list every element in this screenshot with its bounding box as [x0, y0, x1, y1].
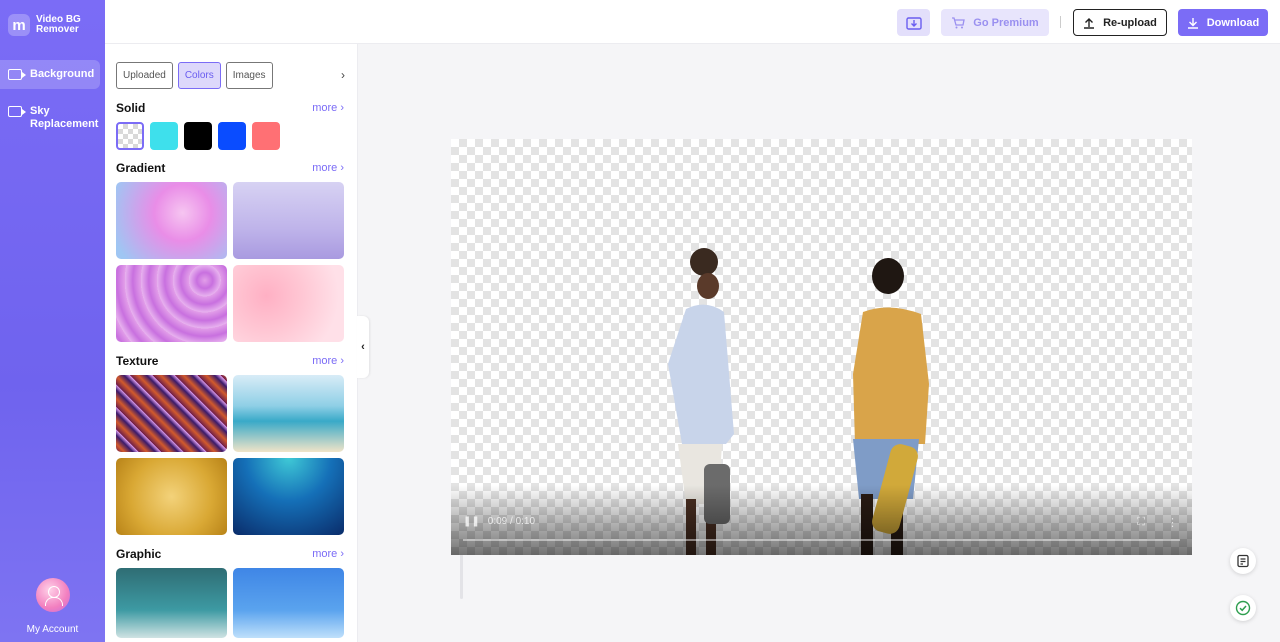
- cart-icon: [952, 16, 966, 28]
- swatch-cyan[interactable]: [150, 122, 178, 150]
- sidebar-item-sky-replacement[interactable]: Sky Replacement: [0, 97, 100, 139]
- swatch-transparent[interactable]: [116, 122, 144, 150]
- gradient-thumb[interactable]: [233, 182, 344, 259]
- background-panel: Uploaded Colors Images › Solid more › Gr…: [105, 44, 463, 642]
- sidebar-item-label: Sky Replacement: [30, 105, 99, 130]
- graphic-thumb[interactable]: [233, 568, 344, 638]
- download-label: Download: [1206, 16, 1260, 29]
- swatch-blue[interactable]: [218, 122, 246, 150]
- player-overlay: [451, 485, 1192, 555]
- chevron-right-icon[interactable]: ›: [341, 68, 345, 82]
- video-icon: [8, 69, 26, 80]
- swatch-black[interactable]: [184, 122, 212, 150]
- texture-thumb[interactable]: [116, 375, 227, 452]
- player-controls: ❚❚ 0:09 / 0:10: [463, 516, 535, 527]
- app-logo-icon: m: [8, 14, 30, 36]
- tab-uploaded[interactable]: Uploaded: [116, 62, 173, 89]
- more-link[interactable]: more ›: [312, 102, 344, 114]
- swatch-coral[interactable]: [252, 122, 280, 150]
- time-display: 0:09 / 0:10: [487, 516, 536, 527]
- section-title: Texture: [116, 354, 159, 368]
- section-texture: Texture more ›: [116, 354, 344, 368]
- go-premium-button[interactable]: Go Premium: [941, 9, 1049, 36]
- sidebar-item-background[interactable]: Background: [0, 60, 100, 89]
- tab-colors[interactable]: Colors: [177, 62, 221, 89]
- video-preview[interactable]: ❚❚ 0:09 / 0:10 ⛶ ⋮: [451, 139, 1192, 555]
- app-name: Video BG Remover: [36, 14, 81, 35]
- texture-thumb[interactable]: [233, 458, 344, 535]
- premium-label: Go Premium: [973, 16, 1039, 29]
- section-title: Solid: [116, 101, 146, 115]
- section-graphic: Graphic more ›: [116, 547, 344, 561]
- player-controls-right: ⛶ ⋮: [1137, 516, 1178, 529]
- more-link[interactable]: more ›: [312, 162, 344, 174]
- notes-icon: [1237, 554, 1249, 568]
- texture-thumb[interactable]: [116, 458, 227, 535]
- graphic-thumb[interactable]: [116, 568, 227, 638]
- solid-swatches: [116, 122, 280, 150]
- more-options-icon[interactable]: ⋮: [1167, 516, 1178, 529]
- fullscreen-icon[interactable]: ⛶: [1137, 516, 1145, 529]
- re-upload-button[interactable]: Re-upload: [1073, 9, 1167, 36]
- sidebar-item-label: Background: [30, 68, 95, 80]
- tab-images[interactable]: Images: [225, 62, 273, 89]
- panel-tabs: Uploaded Colors Images: [116, 62, 273, 89]
- reupload-label: Re-upload: [1103, 16, 1157, 29]
- toolbar-divider: [1060, 16, 1061, 28]
- check-circle-icon: [1235, 600, 1251, 616]
- upload-icon: [1084, 17, 1095, 29]
- section-title: Graphic: [116, 547, 162, 561]
- sidebar: m Video BG Remover Background Sky Replac…: [0, 0, 105, 642]
- download-folder-icon: [905, 16, 922, 30]
- more-link[interactable]: more ›: [312, 355, 344, 367]
- feedback-button[interactable]: [1230, 548, 1256, 574]
- download-icon: [1187, 17, 1198, 29]
- gradient-thumb[interactable]: [116, 182, 227, 259]
- avatar: [35, 578, 70, 612]
- my-account[interactable]: My Account: [0, 578, 105, 635]
- status-check-button[interactable]: [1230, 595, 1256, 621]
- gradient-thumb[interactable]: [233, 265, 344, 342]
- texture-thumb[interactable]: [233, 375, 344, 452]
- progress-bar[interactable]: [463, 539, 1180, 541]
- brand[interactable]: m Video BG Remover: [8, 14, 96, 36]
- pause-icon[interactable]: ❚❚: [463, 516, 480, 527]
- account-label: My Account: [26, 624, 79, 635]
- gradient-thumb[interactable]: [116, 265, 227, 342]
- download-button[interactable]: Download: [1178, 9, 1268, 36]
- section-solid: Solid more ›: [116, 101, 344, 115]
- save-to-folder-button[interactable]: [897, 9, 930, 36]
- top-toolbar: Go Premium Re-upload Download: [105, 0, 1280, 44]
- section-gradient: Gradient more ›: [116, 161, 344, 175]
- more-link[interactable]: more ›: [312, 548, 344, 560]
- collapse-panel-button[interactable]: ‹: [357, 316, 369, 378]
- section-title: Gradient: [116, 161, 166, 175]
- video-icon: [8, 106, 26, 117]
